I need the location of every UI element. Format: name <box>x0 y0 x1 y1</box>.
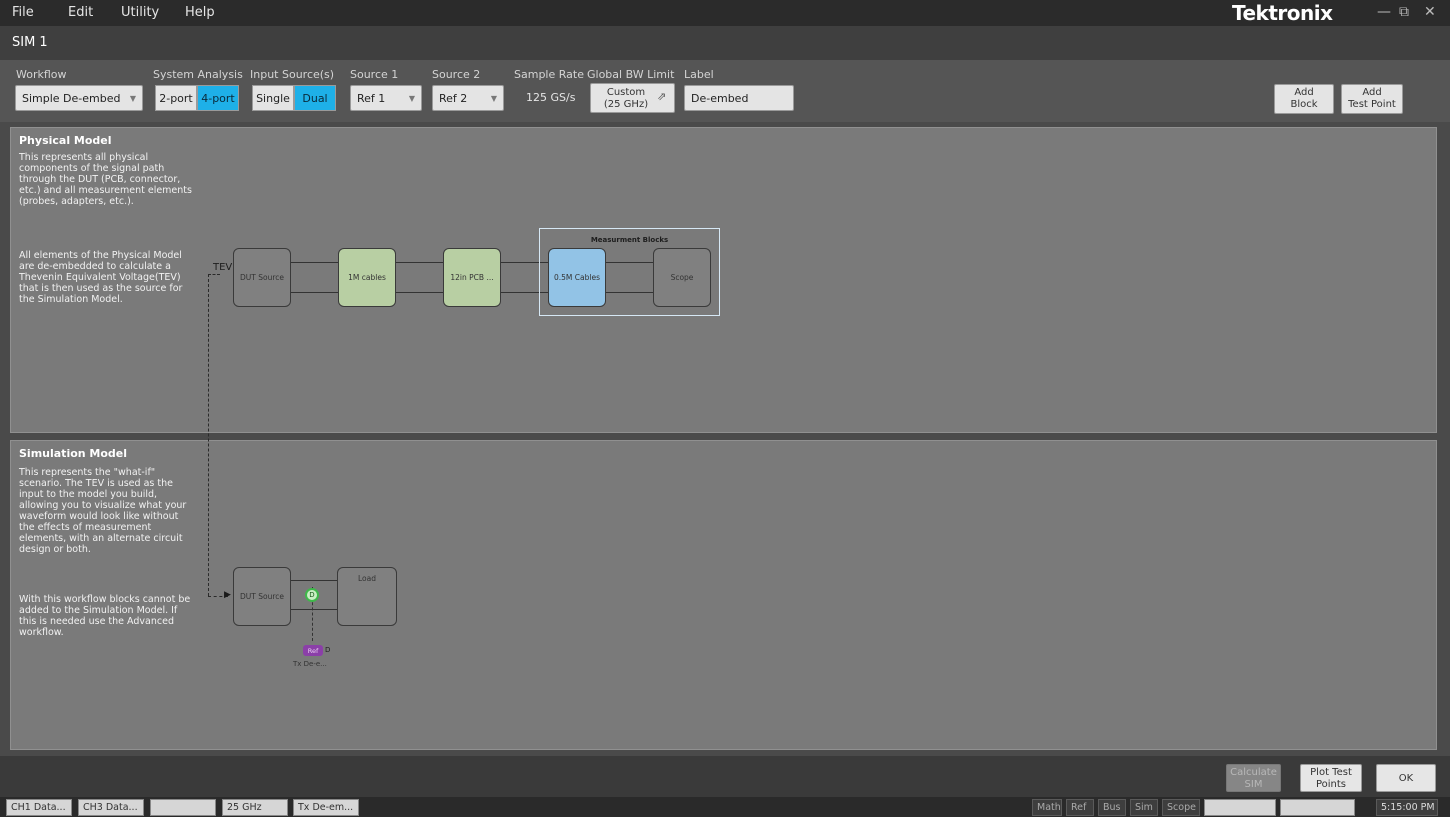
tev-connector-vertical <box>208 274 209 596</box>
clock: 5:15:00 PM <box>1376 799 1438 816</box>
tev-connector-top <box>208 274 220 275</box>
physical-model-desc1: This represents all physical components … <box>19 152 192 207</box>
app-window: File Edit Utility Help Tektronix — ⧉ ✕ S… <box>0 0 1450 817</box>
pcb-12in-block[interactable]: 12in PCB ... <box>443 248 501 307</box>
test-point-caption: Tx De-e... <box>293 660 327 668</box>
plot-line1: Plot Test <box>1310 767 1352 778</box>
bw-limit-line2: (25 GHz) <box>603 99 649 110</box>
popout-icon: ⇗ <box>657 90 667 103</box>
menu-utility[interactable]: Utility <box>121 5 159 20</box>
bw-limit-line1: Custom <box>606 87 646 98</box>
add-test-point-button[interactable]: Add Test Point <box>1341 84 1403 114</box>
minimize-icon[interactable]: — <box>1377 4 1391 20</box>
config-toolbar: Workflow Simple De-embed ▼ System Analys… <box>0 60 1450 122</box>
source1-label: Source 1 <box>350 68 399 81</box>
close-icon[interactable]: ✕ <box>1424 4 1436 20</box>
status-chip-ch1[interactable]: CH1 Data... <box>6 799 72 816</box>
add-block-line2: Block <box>1290 99 1318 110</box>
bw-limit-button[interactable]: Custom (25 GHz) ⇗ <box>590 83 675 113</box>
bw-limit-label: Global BW Limit <box>587 68 675 81</box>
workflow-value: Simple De-embed <box>22 91 121 105</box>
source1-value: Ref 1 <box>357 91 386 105</box>
input-sources-label: Input Source(s) <box>250 68 335 81</box>
arrow-right-icon: ▶ <box>224 590 231 600</box>
measurement-blocks-label: Measurment Blocks <box>590 236 669 244</box>
status-chip-bw[interactable]: 25 GHz <box>222 799 288 816</box>
sim-dut-source-block[interactable]: DUT Source <box>233 567 291 626</box>
status-slot-2 <box>1280 799 1355 816</box>
restore-icon[interactable]: ⧉ <box>1399 4 1409 20</box>
simulation-model-desc2: With this workflow blocks cannot be adde… <box>19 594 191 638</box>
plot-test-points-button[interactable]: Plot Test Points <box>1300 764 1362 792</box>
window-title-bar: SIM 1 <box>0 26 1450 60</box>
calculate-line1: Calculate <box>1230 767 1277 778</box>
cables-1m-block[interactable]: 1M cables <box>338 248 396 307</box>
sample-rate-label: Sample Rate <box>514 68 584 81</box>
status-chip-ch3[interactable]: CH3 Data... <box>78 799 144 816</box>
tab-ref[interactable]: Ref <box>1066 799 1094 816</box>
source2-value: Ref 2 <box>439 91 468 105</box>
menu-file[interactable]: File <box>12 5 34 20</box>
source1-dropdown[interactable]: Ref 1 ▼ <box>350 85 422 111</box>
source2-dropdown[interactable]: Ref 2 ▼ <box>432 85 504 111</box>
sim-line-negative <box>291 609 337 610</box>
calculate-line2: SIM <box>1244 779 1263 790</box>
system-analysis-2port[interactable]: 2-port <box>155 85 197 111</box>
workflow-dropdown[interactable]: Simple De-embed ▼ <box>15 85 143 111</box>
tab-bus[interactable]: Bus <box>1098 799 1126 816</box>
tev-label: TEV <box>213 262 233 273</box>
sample-rate-value: 125 GS/s <box>526 91 576 104</box>
plot-line2: Points <box>1315 779 1347 790</box>
chevron-down-icon: ▼ <box>490 93 497 103</box>
tab-sim[interactable]: Sim <box>1130 799 1158 816</box>
add-block-line1: Add <box>1294 87 1314 98</box>
input-source-single[interactable]: Single <box>252 85 294 111</box>
window-title: SIM 1 <box>12 35 48 50</box>
calculate-sim-button[interactable]: Calculate SIM <box>1226 764 1281 792</box>
scope-block[interactable]: Scope <box>653 248 711 307</box>
status-chip-empty[interactable] <box>150 799 216 816</box>
status-chip-tx[interactable]: Tx De-em... <box>293 799 359 816</box>
physical-model-panel: Physical Model This represents all physi… <box>10 127 1437 433</box>
ref-badge-suffix: D <box>325 646 331 654</box>
tab-scope[interactable]: Scope <box>1162 799 1200 816</box>
add-test-point-line2: Test Point <box>1348 99 1396 110</box>
menu-bar: File Edit Utility Help Tektronix — ⧉ ✕ <box>0 0 1450 26</box>
ref-badge[interactable]: Ref <box>303 645 323 656</box>
test-point-node[interactable]: D <box>305 588 319 602</box>
ok-button[interactable]: OK <box>1376 764 1436 792</box>
physical-model-title: Physical Model <box>19 134 112 147</box>
status-slot-1 <box>1204 799 1276 816</box>
tektronix-logo: Tektronix <box>1232 1 1333 25</box>
workflow-label: Workflow <box>16 68 67 81</box>
label-label: Label <box>684 68 714 81</box>
menu-help[interactable]: Help <box>185 5 215 20</box>
add-test-point-line1: Add <box>1362 87 1382 98</box>
source2-label: Source 2 <box>432 68 481 81</box>
status-bar: CH1 Data... CH3 Data... 25 GHz Tx De-em.… <box>0 797 1450 817</box>
system-analysis-label: System Analysis <box>153 68 243 81</box>
system-analysis-4port[interactable]: 4-port <box>197 85 239 111</box>
label-input[interactable]: De-embed <box>684 85 794 111</box>
add-block-button[interactable]: Add Block <box>1274 84 1334 114</box>
cables-0-5m-block[interactable]: 0.5M Cables <box>548 248 606 307</box>
load-block[interactable]: Load <box>337 567 397 626</box>
tab-math[interactable]: Math <box>1032 799 1062 816</box>
simulation-model-desc1: This represents the "what-if" scenario. … <box>19 467 187 555</box>
menu-edit[interactable]: Edit <box>68 5 93 20</box>
input-source-dual[interactable]: Dual <box>294 85 336 111</box>
chevron-down-icon: ▼ <box>408 93 415 103</box>
physical-model-desc2: All elements of the Physical Model are d… <box>19 250 183 305</box>
simulation-model-title: Simulation Model <box>19 447 128 460</box>
sim-line-positive <box>291 580 337 581</box>
label-value: De-embed <box>691 91 749 105</box>
chevron-down-icon: ▼ <box>129 93 136 103</box>
dut-source-block[interactable]: DUT Source <box>233 248 291 307</box>
